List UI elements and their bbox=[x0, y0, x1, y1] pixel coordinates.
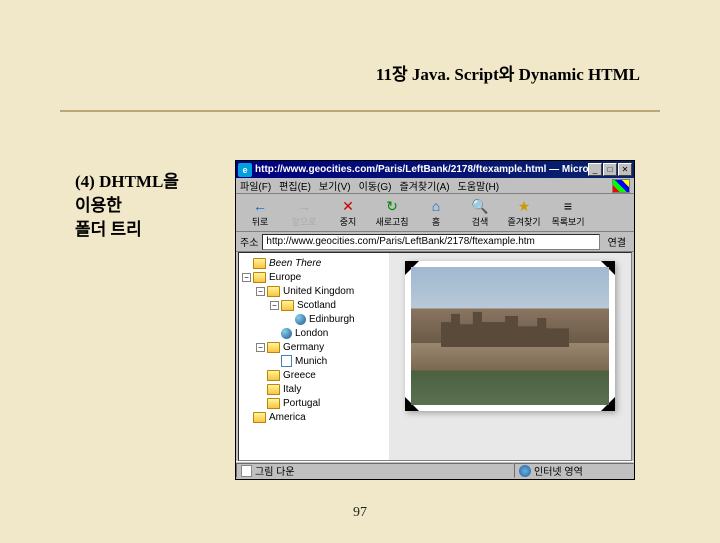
menubar: 파일(F) 편집(E) 보기(V) 이동(G) 즐겨찾기(A) 도움말(H) bbox=[236, 178, 634, 194]
folder-icon bbox=[267, 370, 280, 381]
list-icon: ≡ bbox=[559, 197, 577, 215]
tree-label: Italy bbox=[283, 384, 301, 395]
tree-label: America bbox=[269, 412, 306, 423]
tree-toggle-icon[interactable]: − bbox=[256, 287, 265, 296]
tree-item[interactable]: − Europe bbox=[242, 270, 386, 284]
folder-icon bbox=[253, 412, 266, 423]
tree-toggle-icon[interactable]: − bbox=[256, 343, 265, 352]
divider bbox=[60, 110, 660, 112]
menu-favorites[interactable]: 즐겨찾기(A) bbox=[399, 178, 449, 193]
folder-icon bbox=[281, 300, 294, 311]
links-label[interactable]: 연결 bbox=[604, 234, 630, 249]
address-input[interactable]: http://www.geocities.com/Paris/LeftBank/… bbox=[262, 234, 599, 250]
photo-frame bbox=[405, 261, 615, 411]
tree-label: Been There bbox=[269, 258, 321, 269]
status-left: 그림 다운 bbox=[236, 463, 514, 478]
ie-icon: e bbox=[238, 163, 252, 177]
browser-window: e http://www.geocities.com/Paris/LeftBan… bbox=[235, 160, 635, 480]
tree-label: Germany bbox=[283, 342, 324, 353]
menu-edit[interactable]: 편집(E) bbox=[279, 178, 311, 193]
tree-item[interactable]: Munich bbox=[242, 354, 386, 368]
titlebar: e http://www.geocities.com/Paris/LeftBan… bbox=[236, 161, 634, 178]
tree-label: Edinburgh bbox=[309, 314, 355, 325]
star-icon: ★ bbox=[515, 197, 533, 215]
toolbar: ←뒤로 →앞으로 ✕중지 ↻새로고침 ⌂홈 🔍검색 ★즐겨찾기 ≡목록보기 bbox=[236, 194, 634, 232]
status-right: 인터넷 영역 bbox=[514, 463, 634, 478]
page-number: 97 bbox=[353, 505, 367, 521]
page-title: 11장 Java. Script와 Dynamic HTML bbox=[376, 60, 640, 85]
document-icon bbox=[241, 465, 252, 477]
section-heading: (4) DHTML을 이용한 폴더 트리 bbox=[75, 170, 179, 241]
menu-file[interactable]: 파일(F) bbox=[240, 178, 271, 193]
tree-label: Europe bbox=[269, 272, 301, 283]
tree-item[interactable]: − Germany bbox=[242, 340, 386, 354]
folder-icon bbox=[253, 272, 266, 283]
address-bar: 주소 http://www.geocities.com/Paris/LeftBa… bbox=[236, 232, 634, 252]
castle-photo bbox=[411, 267, 609, 405]
globe-icon bbox=[295, 314, 306, 325]
forward-arrow-icon: → bbox=[295, 197, 313, 215]
home-icon: ⌂ bbox=[427, 197, 445, 215]
tree-item[interactable]: Portugal bbox=[242, 396, 386, 410]
forward-button[interactable]: →앞으로 bbox=[284, 197, 324, 228]
close-button[interactable]: ✕ bbox=[618, 163, 632, 176]
tree-item[interactable]: Italy bbox=[242, 382, 386, 396]
tree-label: Greece bbox=[283, 370, 316, 381]
stop-button[interactable]: ✕중지 bbox=[328, 197, 368, 228]
back-arrow-icon: ← bbox=[251, 197, 269, 215]
menu-go[interactable]: 이동(G) bbox=[359, 178, 392, 193]
document-icon bbox=[281, 355, 292, 367]
stop-icon: ✕ bbox=[339, 197, 357, 215]
folder-icon bbox=[267, 398, 280, 409]
favorites-button[interactable]: ★즐겨찾기 bbox=[504, 197, 544, 228]
tree-item[interactable]: Edinburgh bbox=[242, 312, 386, 326]
history-button[interactable]: ≡목록보기 bbox=[548, 197, 588, 228]
folder-icon bbox=[267, 286, 280, 297]
folder-tree: Been There−Europe−United Kingdom−Scotlan… bbox=[239, 253, 389, 460]
folder-icon bbox=[253, 258, 266, 269]
tree-item[interactable]: London bbox=[242, 326, 386, 340]
tree-item[interactable]: America bbox=[242, 410, 386, 424]
menu-view[interactable]: 보기(V) bbox=[319, 178, 351, 193]
windows-logo-icon bbox=[612, 179, 630, 193]
home-button[interactable]: ⌂홈 bbox=[416, 197, 456, 228]
tree-label: Portugal bbox=[283, 398, 320, 409]
minimize-button[interactable]: _ bbox=[588, 163, 602, 176]
globe-icon bbox=[519, 465, 531, 477]
content-area: Been There−Europe−United Kingdom−Scotlan… bbox=[238, 252, 632, 461]
tree-item[interactable]: − United Kingdom bbox=[242, 284, 386, 298]
search-icon: 🔍 bbox=[471, 197, 489, 215]
tree-label: Munich bbox=[295, 356, 327, 367]
address-label: 주소 bbox=[240, 234, 258, 249]
window-title: http://www.geocities.com/Paris/LeftBank/… bbox=[255, 164, 588, 175]
tree-toggle-icon[interactable]: − bbox=[242, 273, 251, 282]
refresh-button[interactable]: ↻새로고침 bbox=[372, 197, 412, 228]
tree-label: Scotland bbox=[297, 300, 336, 311]
tree-item[interactable]: Been There bbox=[242, 256, 386, 270]
statusbar: 그림 다운 인터넷 영역 bbox=[236, 461, 634, 479]
search-button[interactable]: 🔍검색 bbox=[460, 197, 500, 228]
tree-label: London bbox=[295, 328, 328, 339]
tree-toggle-icon[interactable]: − bbox=[270, 301, 279, 310]
folder-icon bbox=[267, 342, 280, 353]
menu-help[interactable]: 도움말(H) bbox=[458, 178, 499, 193]
image-panel bbox=[389, 253, 631, 460]
tree-item[interactable]: − Scotland bbox=[242, 298, 386, 312]
tree-item[interactable]: Greece bbox=[242, 368, 386, 382]
tree-label: United Kingdom bbox=[283, 286, 354, 297]
refresh-icon: ↻ bbox=[383, 197, 401, 215]
folder-icon bbox=[267, 384, 280, 395]
globe-icon bbox=[281, 328, 292, 339]
maximize-button[interactable]: □ bbox=[603, 163, 617, 176]
back-button[interactable]: ←뒤로 bbox=[240, 197, 280, 228]
